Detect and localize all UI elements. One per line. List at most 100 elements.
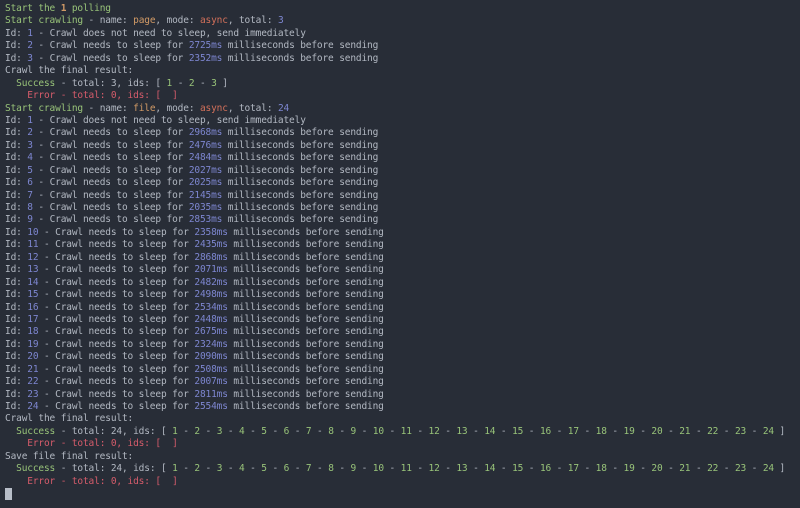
terminal-text: Id:: [5, 276, 28, 288]
terminal-text: 22: [27, 376, 39, 388]
terminal-line: Id: 5 - Crawl needs to sleep for 2027ms …: [5, 165, 800, 177]
terminal-text: 2484ms: [188, 152, 223, 164]
terminal-text: 16: [539, 463, 552, 475]
terminal-text: 21: [27, 363, 39, 375]
terminal-text: async: [199, 15, 228, 27]
terminal-text: 21: [679, 463, 691, 475]
terminal-line: Id: 4 - Crawl needs to sleep for 2484ms …: [5, 152, 800, 164]
terminal-line: Id: 1 - Crawl does not need to sleep, se…: [5, 115, 800, 127]
terminal-text: -: [606, 463, 624, 475]
terminal-text: -: [199, 463, 217, 475]
terminal-text: 2968ms: [188, 127, 223, 139]
terminal-text: Start the: [5, 3, 61, 14]
terminal-text: -: [411, 425, 429, 437]
terminal-line: Id: 20 - Crawl needs to sleep for 2090ms…: [5, 351, 800, 363]
terminal-text: -: [356, 425, 373, 437]
terminal-text: Id:: [5, 338, 28, 350]
terminal-text: milliseconds before sending: [227, 289, 384, 301]
terminal-text: - Crawl needs to sleep for: [38, 239, 195, 251]
terminal-text: - name:: [82, 102, 134, 114]
terminal-text: milliseconds before sending: [227, 276, 384, 288]
terminal-text: 2352ms: [188, 52, 223, 64]
terminal-text: milliseconds before sending: [222, 152, 379, 164]
terminal-text: ]: [166, 90, 178, 102]
terminal-text: Start crawling: [5, 102, 83, 114]
terminal-line: Id: 2 - Crawl needs to sleep for 2725ms …: [5, 40, 800, 52]
terminal-text: -: [718, 463, 735, 475]
terminal-text: 2435ms: [194, 239, 228, 251]
terminal-text: -: [690, 425, 708, 437]
terminal-text: Id:: [5, 363, 28, 375]
terminal-text: -: [333, 425, 351, 437]
terminal-text: Id:: [5, 164, 28, 176]
terminal-text: milliseconds before sending: [227, 338, 384, 350]
terminal-text: 11: [400, 463, 412, 475]
terminal-line: Start crawling - name: page, mode: async…: [5, 15, 800, 27]
terminal-text: 2482ms: [194, 276, 228, 288]
terminal-line: Id: 22 - Crawl needs to sleep for 2007ms…: [5, 376, 800, 388]
terminal-text: -: [495, 425, 513, 437]
terminal-text: -: [411, 463, 429, 475]
terminal-text: Id:: [5, 40, 28, 52]
terminal-line: Crawl the final result:: [5, 65, 800, 77]
terminal-line: Success - total: 24, ids: [ 1 - 2 - 3 - …: [5, 463, 800, 475]
terminal-text: Crawl the final result:: [5, 65, 134, 77]
terminal-text: - Crawl needs to sleep for: [38, 264, 195, 276]
terminal-text: - total: 24, ids:: [55, 463, 161, 475]
terminal-text: - Crawl needs to sleep for: [32, 139, 189, 151]
terminal-text: - Crawl needs to sleep for: [38, 351, 195, 363]
terminal-text: ]: [166, 475, 178, 487]
terminal-text: Crawl the final result:: [5, 413, 134, 425]
terminal-line: Id: 3 - Crawl needs to sleep for 2476ms …: [5, 140, 800, 152]
terminal-text: Error: [27, 438, 56, 450]
terminal-text: 2554ms: [194, 401, 228, 412]
terminal-text: milliseconds before sending: [227, 301, 384, 313]
terminal-text: -: [383, 425, 401, 437]
terminal-text: async: [199, 102, 228, 114]
terminal-line: Error - total: 0, ids: [ ]: [5, 476, 800, 488]
terminal-text: -: [606, 425, 624, 437]
terminal-text: - Crawl needs to sleep for: [38, 301, 195, 313]
terminal-text: milliseconds before sending: [227, 251, 384, 263]
terminal-text: milliseconds before sending: [222, 177, 379, 189]
terminal-text: 15: [512, 463, 524, 475]
terminal-text: - Crawl needs to sleep for: [38, 401, 195, 412]
terminal-text: -: [194, 77, 212, 89]
terminal-text: - total: 24, ids:: [55, 425, 161, 437]
terminal-text: Id:: [5, 52, 28, 64]
terminal-text: 19: [623, 463, 635, 475]
terminal-text: - Crawl needs to sleep for: [38, 388, 195, 400]
terminal-line: Id: 3 - Crawl needs to sleep for 2352ms …: [5, 53, 800, 65]
terminal-text: - Crawl needs to sleep for: [38, 363, 195, 375]
terminal-line: Id: 19 - Crawl needs to sleep for 2324ms…: [5, 339, 800, 351]
terminal-text: milliseconds before sending: [222, 202, 379, 213]
terminal-text: - Crawl needs to sleep for: [32, 214, 189, 226]
terminal-text: 12: [428, 425, 440, 437]
terminal-output[interactable]: Start the 1 polling Start crawling - name…: [0, 0, 800, 508]
terminal-text: - Crawl needs to sleep for: [38, 226, 195, 238]
terminal-text: - total: 0, ids:: [55, 438, 156, 450]
terminal-text: 2071ms: [194, 264, 228, 276]
terminal-text: - total: 0, ids:: [55, 90, 156, 102]
terminal-text: 20: [651, 463, 663, 475]
terminal-text: 2675ms: [194, 326, 228, 338]
terminal-line: Start the 1 polling: [5, 3, 800, 15]
terminal-text: -: [523, 425, 540, 437]
terminal-text: 17: [567, 425, 579, 437]
terminal-text: -: [289, 425, 306, 437]
terminal-text: 19: [623, 425, 635, 437]
terminal-text: [: [155, 438, 167, 450]
terminal-text: 18: [595, 425, 607, 437]
terminal-text: -: [551, 425, 568, 437]
terminal-line: Id: 17 - Crawl needs to sleep for 2448ms…: [5, 314, 800, 326]
terminal-text: 13: [27, 264, 39, 276]
terminal-text: milliseconds before sending: [222, 52, 379, 64]
terminal-text: Id:: [5, 214, 28, 226]
terminal-text: 18: [27, 326, 39, 338]
terminal-text: - Crawl does not need to sleep, send imm…: [32, 27, 306, 39]
terminal-text: -: [311, 425, 329, 437]
